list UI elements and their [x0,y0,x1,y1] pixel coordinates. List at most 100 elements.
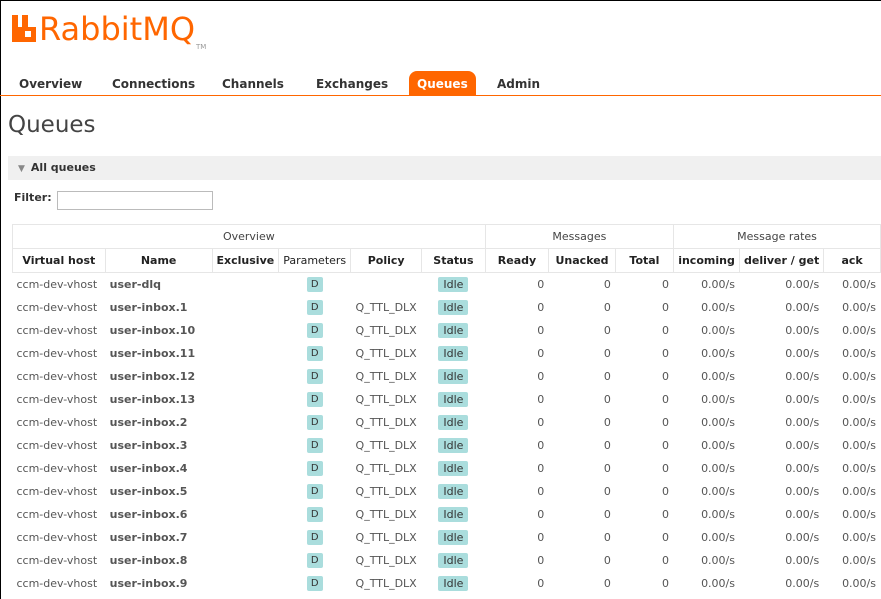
queue-name-link[interactable]: user-inbox.9 [105,572,212,595]
all-queues-section-toggle[interactable]: ▼ All queues [8,156,881,180]
queue-name-link[interactable]: user-inbox.12 [105,365,213,388]
total-count: 0 [615,365,674,388]
queue-name-link[interactable]: user-inbox.11 [105,342,212,365]
col-incoming[interactable]: incoming [673,248,740,273]
queues-table: Overview Messages Message rates Virtual … [12,224,881,595]
col-exclusive[interactable]: Exclusive [212,248,280,273]
parameters-cell: D [278,365,351,388]
ack-rate: 0.00/s [842,439,876,452]
col-status[interactable]: Status [421,248,486,273]
total-count: 0 [662,485,670,498]
queue-name-link[interactable]: user-inbox.13 [105,388,212,411]
queue-name-link[interactable]: user-inbox.8 [105,549,213,572]
incoming-rate: 0.00/s [673,272,740,296]
ack-rate: 0.00/s [823,457,881,480]
vhost-cell[interactable]: ccm-dev-vhost [13,434,106,457]
tab-queues[interactable]: Queues [409,71,476,96]
policy-cell: Q_TTL_DLX [355,531,417,544]
unacked-count: 0 [603,531,611,544]
vhost-cell[interactable]: ccm-dev-vhost [12,272,106,296]
unacked-count: 0 [603,577,611,590]
tab-overview[interactable]: Overview [19,73,82,95]
queue-name-link[interactable]: user-inbox.5 [105,480,212,503]
queue-name-link[interactable]: user-inbox.4 [105,457,213,480]
vhost-cell[interactable]: ccm-dev-vhost [13,480,106,503]
col-ack[interactable]: ack [823,248,881,273]
col-ready[interactable]: Ready [485,248,550,273]
ready-count: 0 [485,457,549,480]
parameters-cell: D [279,572,351,595]
tab-channels[interactable]: Channels [222,73,284,95]
vhost-cell[interactable]: ccm-dev-vhost [12,365,106,388]
rabbitmq-logo[interactable]: RabbitMQ TM [10,13,206,53]
status-badge: Idle [438,484,469,499]
vhost-cell[interactable]: ccm-dev-vhost [12,549,106,572]
status-badge: Idle [438,415,469,430]
unacked-count: 0 [548,549,616,572]
ready-count: 0 [485,549,549,572]
ack-rate: 0.00/s [823,272,881,296]
vhost-cell[interactable]: ccm-dev-vhost [12,503,106,526]
deliver-get-rate: 0.00/s [739,319,824,342]
col-total[interactable]: Total [615,248,675,273]
durable-badge: D [306,438,323,453]
deliver-get-rate: 0.00/s [739,272,824,296]
filter-input[interactable] [57,191,213,210]
tab-admin[interactable]: Admin [497,73,540,95]
queue-name-link[interactable]: user-inbox.3 [105,434,212,457]
col-virtual-host[interactable]: Virtual host [12,248,106,273]
unacked-count: 0 [548,319,616,342]
group-header-messages: Messages [485,224,675,249]
status-cell: Idle [422,480,486,503]
status-badge: Idle [438,277,469,292]
col-unacked[interactable]: Unacked [548,248,616,273]
unacked-count: 0 [548,503,616,526]
vhost-cell[interactable]: ccm-dev-vhost [13,388,106,411]
vhost-cell[interactable]: ccm-dev-vhost [13,342,106,365]
exclusive-cell [212,342,279,365]
queue-name-link[interactable]: user-inbox.1 [105,296,212,319]
table-row: ccm-dev-vhost user-inbox.1 D Q_TTL_DLX Idle 0… [13,296,881,319]
vhost-cell[interactable]: ccm-dev-vhost [13,526,106,549]
col-deliver-get[interactable]: deliver / get [739,248,825,273]
vhost-cell[interactable]: ccm-dev-vhost [12,319,106,342]
policy-cell: Q_TTL_DLX [355,439,417,452]
incoming-rate: 0.00/s [701,485,735,498]
policy-cell: Q_TTL_DLX [350,319,422,342]
col-policy[interactable]: Policy [350,248,423,273]
status-cell: Idle [421,365,486,388]
vhost-cell[interactable]: ccm-dev-vhost [13,296,106,319]
group-header-overview: Overview [12,224,486,249]
col-name[interactable]: Name [105,248,213,273]
ready-count: 0 [537,347,545,360]
policy-cell: Q_TTL_DLX [350,457,422,480]
queue-name-link[interactable]: user-dlq [105,272,213,296]
col-parameters[interactable]: Parameters [278,248,352,273]
ready-count: 0 [485,503,549,526]
durable-badge: D [306,553,323,568]
incoming-rate: 0.00/s [673,503,740,526]
tab-exchanges[interactable]: Exchanges [316,73,388,95]
vhost-cell[interactable]: ccm-dev-vhost [13,572,106,595]
vhost-cell[interactable]: ccm-dev-vhost [12,411,106,434]
tab-connections[interactable]: Connections [112,73,195,95]
durable-badge: D [306,277,323,292]
status-cell: Idle [422,296,486,319]
queue-name-link[interactable]: user-inbox.2 [105,411,213,434]
ready-count: 0 [537,393,545,406]
ready-count: 0 [485,272,549,296]
exclusive-cell [212,319,279,342]
total-count: 0 [615,549,674,572]
total-count: 0 [615,411,674,434]
ready-count: 0 [537,301,545,314]
vhost-cell[interactable]: ccm-dev-vhost [12,457,106,480]
group-header-message-rates: Message rates [673,224,881,249]
queue-name-link[interactable]: user-inbox.10 [105,319,213,342]
unacked-count: 0 [603,393,611,406]
status-cell: Idle [422,342,486,365]
ack-rate: 0.00/s [842,301,876,314]
queue-name-link[interactable]: user-inbox.7 [105,526,212,549]
unacked-count: 0 [548,272,616,296]
ack-rate: 0.00/s [842,393,876,406]
queue-name-link[interactable]: user-inbox.6 [105,503,213,526]
